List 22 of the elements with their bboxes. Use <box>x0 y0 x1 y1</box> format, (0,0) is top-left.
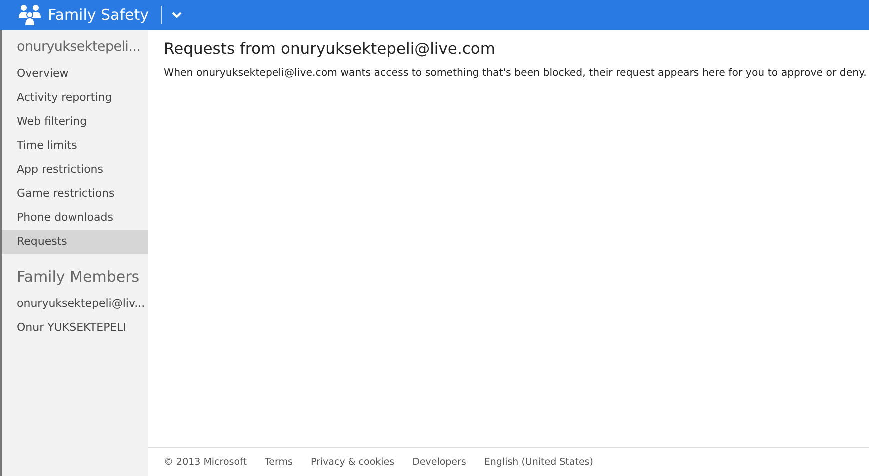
description-text: When onuryuksektepeli@live.com wants access to something that's been blocked, their request appears here for you to approve or deny. <box>164 68 867 79</box>
sidebar-item[interactable]: Game restrictions <box>2 182 148 206</box>
chevron-down-icon[interactable] <box>172 12 182 18</box>
section-heading: Family Members <box>16 267 141 288</box>
sidebar-item[interactable]: Activity reporting <box>2 86 148 110</box>
sidebar-item[interactable]: Time limits <box>2 134 148 158</box>
member-item[interactable]: onuryuksektepeli@liv... <box>2 292 148 316</box>
footer-link[interactable]: Terms <box>264 456 293 468</box>
sidebar-item[interactable]: Web filtering <box>2 110 148 134</box>
member-item[interactable]: Onur YUKSEKTEPELI <box>2 316 148 340</box>
sidebar-item[interactable]: App restrictions <box>2 158 148 182</box>
copyright-text: © 2013 Microsoft <box>164 456 247 468</box>
sidebar-item[interactable]: Requests <box>2 230 148 254</box>
page-title: Requests from onuryuksektepeli@live.com <box>164 40 496 58</box>
footer-link[interactable]: English (United States) <box>484 456 594 468</box>
account-name: onuryuksektepeli... <box>16 38 142 57</box>
footer-link[interactable]: Privacy & cookies <box>310 456 395 468</box>
sidebar-item[interactable]: Phone downloads <box>2 206 148 230</box>
footer-link[interactable]: Developers <box>412 456 466 468</box>
app-title: Family Safety <box>48 6 150 24</box>
family-icon <box>18 4 42 26</box>
sidebar-item[interactable]: Overview <box>2 62 148 86</box>
